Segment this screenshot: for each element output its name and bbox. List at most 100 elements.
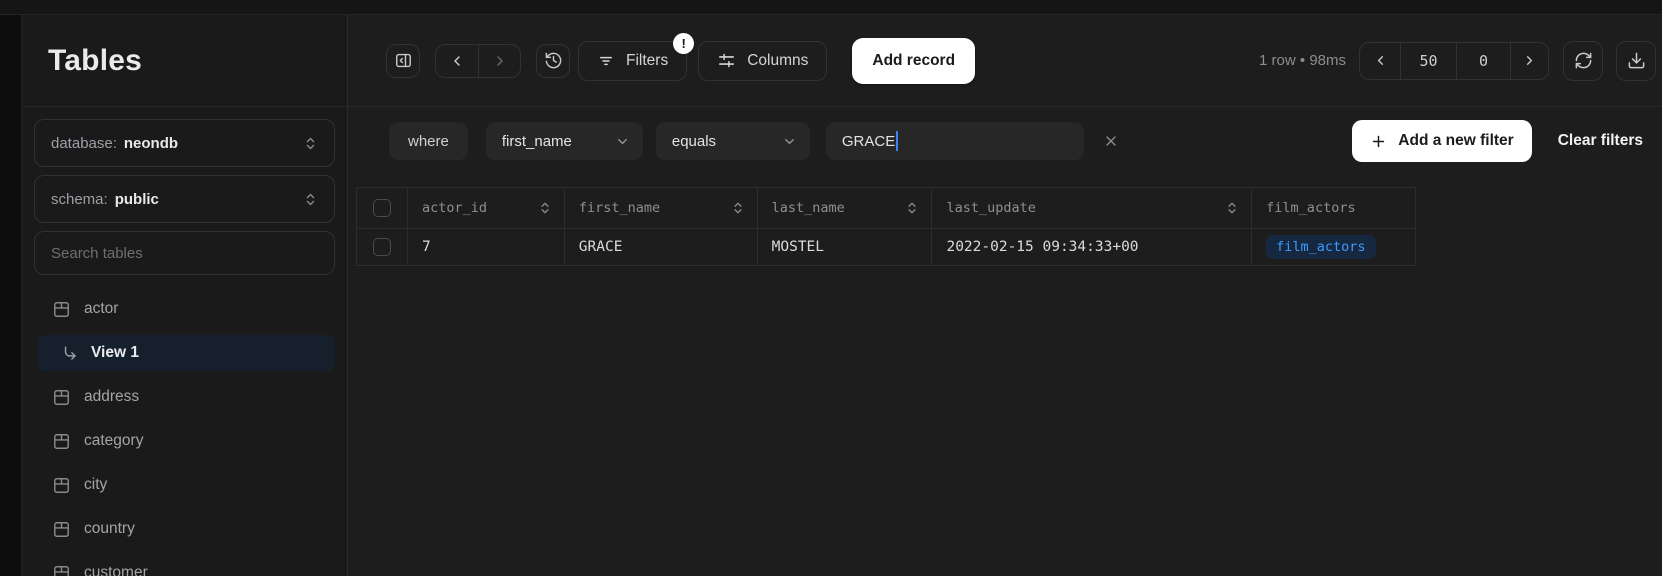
table-icon — [52, 564, 71, 576]
history-nav-group — [435, 44, 521, 78]
pagination-group: 50 0 — [1359, 42, 1549, 80]
sidebar-item-label: category — [84, 432, 143, 450]
sidebar-item-city[interactable]: city — [34, 463, 335, 507]
where-chip: where — [389, 122, 468, 160]
header-checkbox-cell — [357, 188, 408, 229]
cell-first-name[interactable]: GRACE — [565, 229, 758, 266]
filters-button[interactable]: Filters ! — [578, 41, 687, 81]
table-icon — [52, 476, 71, 495]
column-header-last-name[interactable]: last_name — [758, 188, 933, 229]
window-top-strip — [0, 0, 1662, 15]
column-header-label: last_name — [772, 200, 845, 216]
sidebar-item-address[interactable]: address — [34, 375, 335, 419]
plus-icon — [1370, 133, 1387, 150]
table-icon — [52, 432, 71, 451]
add-record-button[interactable]: Add record — [852, 38, 975, 84]
chevrons-up-down-icon — [303, 136, 318, 151]
sidebar-item-country[interactable]: country — [34, 507, 335, 551]
cell-last-update[interactable]: 2022-02-15 09:34:33+00 — [932, 229, 1252, 266]
table-row[interactable]: 7 GRACE MOSTEL 2022-02-15 09:34:33+00 fi… — [357, 229, 1416, 266]
filter-operator-value: equals — [672, 133, 716, 150]
filter-bar-actions: Add a new filter Clear filters — [1352, 120, 1643, 162]
sort-chevrons-icon[interactable] — [1225, 201, 1239, 215]
chevron-left-icon — [449, 53, 465, 69]
toolbar-right-cluster: 1 row • 98ms 50 0 — [1259, 41, 1656, 81]
table-icon — [52, 300, 71, 319]
search-tables-input[interactable] — [34, 231, 335, 275]
remove-filter-button[interactable] — [1103, 133, 1119, 149]
sidebar-item-view-1[interactable]: View 1 — [38, 335, 335, 371]
table-icon — [52, 388, 71, 407]
database-select[interactable]: database: neondb — [34, 119, 335, 167]
filter-lines-icon — [597, 52, 615, 70]
filter-value-text: GRACE — [842, 133, 895, 150]
filters-alert-badge: ! — [673, 33, 694, 54]
sidebar-item-category[interactable]: category — [34, 419, 335, 463]
sidebar-item-label: View 1 — [91, 344, 139, 362]
chevrons-up-down-icon — [303, 192, 318, 207]
sidebar-item-label: customer — [84, 564, 148, 576]
chevron-left-icon — [1373, 53, 1388, 68]
film-actors-relation-link[interactable]: film_actors — [1266, 235, 1375, 259]
column-header-film-actors[interactable]: film_actors — [1252, 188, 1416, 229]
data-grid: actor_id first_name last_name — [356, 187, 1416, 266]
sidebar-item-customer[interactable]: customer — [34, 551, 335, 576]
select-all-checkbox[interactable] — [373, 199, 391, 217]
page-offset-input[interactable]: 0 — [1456, 43, 1510, 79]
filter-value-input[interactable]: GRACE — [826, 122, 1084, 160]
row-checkbox-cell — [357, 229, 408, 266]
column-header-label: actor_id — [422, 200, 487, 216]
sidebar-item-actor[interactable]: actor — [34, 287, 335, 331]
database-select-label: database: — [51, 135, 117, 152]
refresh-button[interactable] — [1563, 41, 1603, 81]
query-history-button[interactable] — [536, 44, 570, 78]
filters-button-label: Filters — [626, 52, 668, 70]
columns-button-label: Columns — [747, 52, 808, 70]
panel-left-collapse-icon — [394, 51, 413, 70]
sidebar-item-label: country — [84, 520, 135, 538]
schema-select[interactable]: schema: public — [34, 175, 335, 223]
download-icon — [1627, 51, 1646, 70]
branch-arrow-icon — [60, 344, 79, 363]
add-record-button-label: Add record — [872, 52, 955, 70]
column-header-actor-id[interactable]: actor_id — [408, 188, 565, 229]
add-new-filter-button[interactable]: Add a new filter — [1352, 120, 1531, 162]
back-button[interactable] — [436, 45, 478, 77]
filter-bar: where first_name equals GRACE — [348, 107, 1662, 162]
table-list: actor View 1 address — [34, 287, 335, 576]
cell-actor-id[interactable]: 7 — [408, 229, 565, 266]
sidebar-item-label: city — [84, 476, 107, 494]
next-page-button[interactable] — [1510, 43, 1548, 79]
row-checkbox[interactable] — [373, 238, 391, 256]
export-download-button[interactable] — [1616, 41, 1656, 81]
schema-select-value: public — [115, 191, 159, 208]
filter-column-select[interactable]: first_name — [486, 122, 643, 160]
history-clock-icon — [544, 51, 563, 70]
previous-page-button[interactable] — [1360, 43, 1400, 79]
chevron-down-icon — [615, 134, 630, 149]
sort-chevrons-icon[interactable] — [905, 201, 919, 215]
column-header-first-name[interactable]: first_name — [565, 188, 758, 229]
app-root: Tables database: neondb schema: public — [0, 15, 1662, 576]
page-size-input[interactable]: 50 — [1400, 43, 1456, 79]
sidebar-body: database: neondb schema: public — [22, 107, 347, 576]
forward-button[interactable] — [478, 45, 520, 77]
database-select-value: neondb — [124, 135, 178, 152]
columns-button[interactable]: Columns — [698, 41, 827, 81]
clear-filters-button[interactable]: Clear filters — [1558, 132, 1643, 150]
main-panel: Filters ! Columns Add record 1 row • 98m… — [348, 15, 1662, 576]
cell-last-name[interactable]: MOSTEL — [758, 229, 933, 266]
table-icon — [52, 520, 71, 539]
toolbar: Filters ! Columns Add record 1 row • 98m… — [348, 15, 1662, 107]
collapse-sidebar-button[interactable] — [386, 44, 420, 78]
close-icon — [1103, 133, 1119, 149]
chevron-right-icon — [492, 53, 508, 69]
page-size-value: 50 — [1419, 52, 1437, 70]
sort-chevrons-icon[interactable] — [538, 201, 552, 215]
text-cursor — [896, 131, 898, 151]
sort-chevrons-icon[interactable] — [731, 201, 745, 215]
filter-operator-select[interactable]: equals — [656, 122, 810, 160]
column-header-last-update[interactable]: last_update — [932, 188, 1252, 229]
schema-select-label: schema: — [51, 191, 108, 208]
chevron-down-icon — [782, 134, 797, 149]
